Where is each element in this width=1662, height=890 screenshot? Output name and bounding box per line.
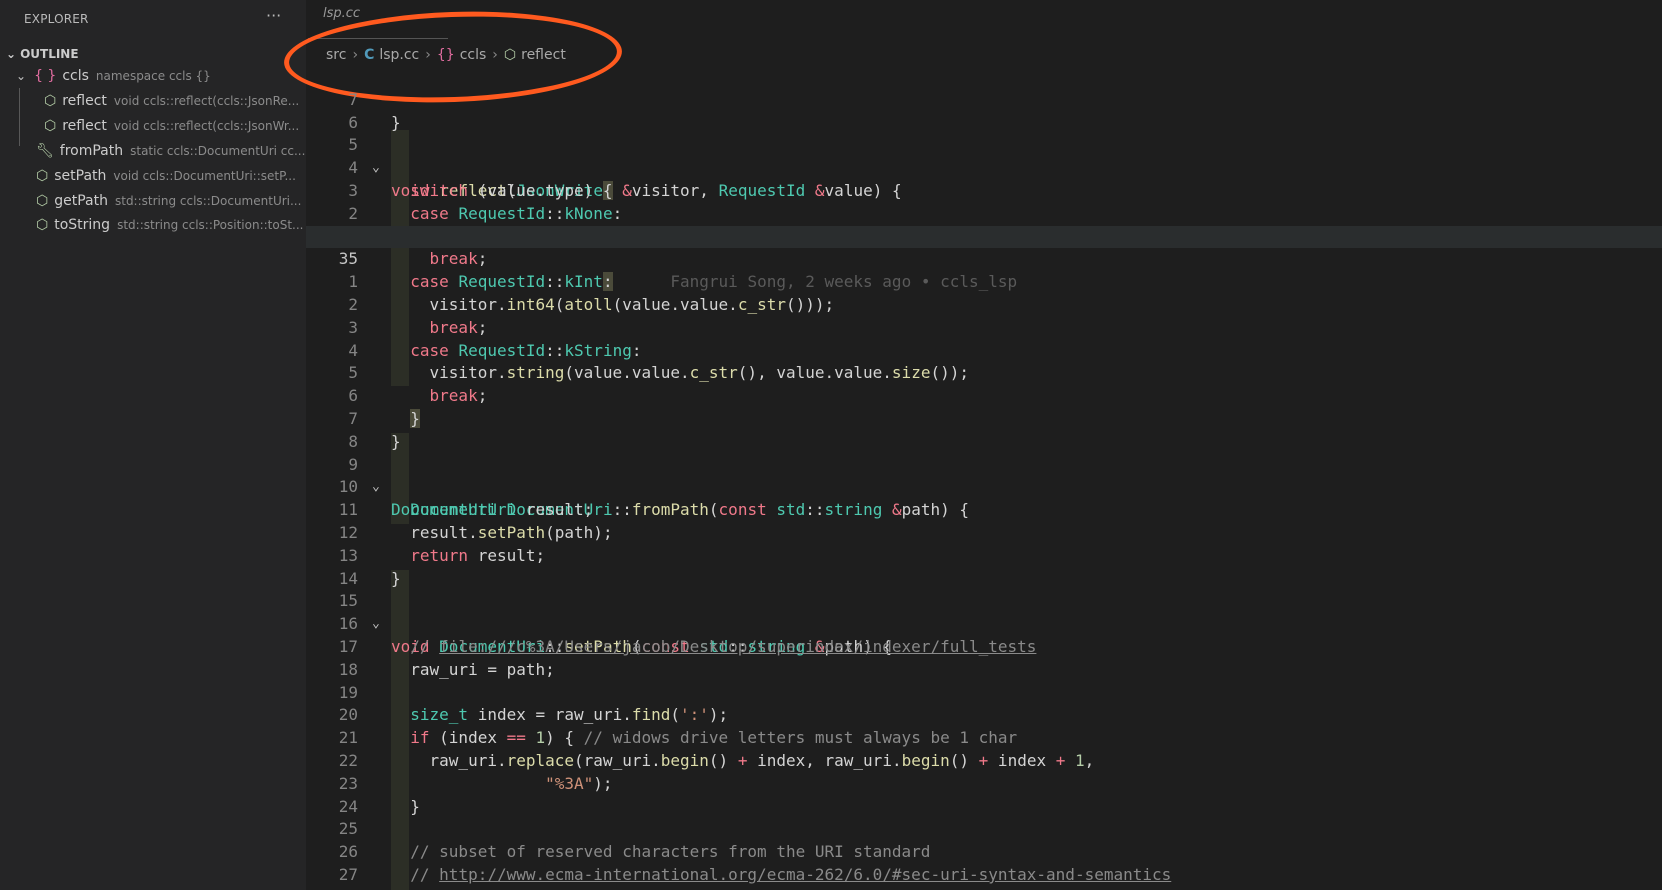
outline-item-setpath[interactable]: ⬡ setPath void ccls::DocumentUri::setP..… [36,165,296,187]
chevron-down-icon: ⌄ [16,69,27,83]
code-line: 1 visitor.int64(atoll(value.value.c_str(… [306,248,1662,314]
tab-bar [306,0,1662,36]
outline-title: OUTLINE [20,47,79,61]
code-line-current: 35 case RequestId::kInt: Fangrui Song, 2… [306,225,1662,292]
namespace-icon: { } [34,68,57,84]
namespace-icon: {} [436,47,455,63]
outline-item-label: ccls [62,68,89,84]
more-actions-icon[interactable]: ··· [266,6,281,25]
outline-item-detail: namespace ccls {} [95,69,211,83]
outline-item-getpath[interactable]: ⬡ getPath std::string ccls::DocumentUri.… [36,190,301,212]
code-line: 3 case RequestId::kString: [306,294,1662,360]
outline-item-detail: void ccls::reflect(ccls::JsonWr... [113,119,300,133]
code-line: 19 size_t index = raw_uri.find(':'); [306,659,1662,725]
outline-item-frompath[interactable]: 🔧︎ fromPath static ccls::DocumentUri cc.… [36,140,305,162]
code-line: 1 break; [306,203,1662,269]
code-line: 3 case RequestId::kNone: [306,157,1662,223]
outline-item-label: reflect [62,118,107,134]
code-line: 28 t.reserve(8 + raw_uri.size()); [306,864,1662,890]
breadcrumb-item-src[interactable]: src [326,47,346,63]
method-cube-icon: ⬡ [36,217,49,233]
outline-item-detail: void ccls::DocumentUri::setP... [113,169,296,183]
chevron-right-icon: › [425,47,431,63]
code-line: 18 [306,636,1662,679]
outline-item-label: setPath [54,168,107,184]
code-line: 5 ⌄ void reflect(JsonWriter &visitor, Re… [306,112,1662,200]
code-line: 6 [306,89,1662,132]
code-line: 14 [306,545,1662,588]
outline-item-detail: void ccls::reflect(ccls::JsonRe... [113,94,300,108]
outline-item-detail: std::string ccls::Position::toSt... [117,218,304,232]
method-cube-icon: ⬡ [36,193,49,209]
code-line: 25 // subset of reserved characters from… [306,796,1662,861]
tab-divider [308,38,448,39]
outline-item-label: getPath [54,193,108,209]
code-line: 27 std::string t; [306,841,1662,890]
outline-item-ccls[interactable]: ⌄ { } ccls namespace ccls {} [16,65,211,87]
code-line: 7 } [306,385,1662,451]
explorer-title: EXPLORER [24,12,89,26]
method-cube-icon: ⬡ [44,118,57,134]
outline-item-detail: static ccls::DocumentUri cc... [130,144,306,158]
chevron-right-icon: › [352,47,359,63]
outline-section-header[interactable]: ⌄ OUTLINE [6,44,79,64]
wrench-icon: 🔧︎ [36,143,54,159]
code-line: 21 raw_uri.replace(raw_uri.begin() + ind… [306,704,1662,770]
code-line: 7 } [306,66,1662,132]
cpp-file-icon: C [364,47,375,63]
tab-lsp-cc[interactable]: lsp.cc [323,6,360,21]
code-line: 12 return result; [306,499,1662,565]
code-line: 2 visitor.null_(); [306,180,1662,246]
code-line: 13 } [306,522,1662,588]
code-line: 26 // http://www.ecma-international.org/… [306,818,1662,884]
outline-item-label: toString [54,217,111,233]
code-line: 16 // file:///c%3A/Users/jacob/Desktop/s… [306,590,1662,656]
method-cube-icon: ⬡ [44,93,57,109]
code-line: 17 raw_uri = path; [306,613,1662,679]
code-line: 2 break; [306,271,1662,337]
code-line: 8 [306,408,1662,451]
outline-item-label: fromPath [59,143,124,159]
code-line: 4 visitor.string(value.value.c_str(), va… [306,317,1662,383]
breadcrumb-item-symbol[interactable]: reflect [521,47,566,63]
outline-item-reflect[interactable]: ⬡ reflect void ccls::reflect(ccls::JsonW… [44,115,299,137]
code-line: 6 } [306,362,1662,428]
code-line: 15 ⌄ void DocumentUri::setPath(const std… [306,568,1662,656]
outline-item-detail: std::string ccls::DocumentUri... [114,194,302,208]
code-line: 11 result.setPath(path); [306,476,1662,542]
code-line: 24 [306,773,1662,816]
outline-item-tostring[interactable]: ⬡ toString std::string ccls::Position::t… [36,214,304,236]
code-line: 4 switch (value.type) { [306,134,1662,200]
tree-indent-guide [19,88,20,146]
chevron-right-icon: › [492,47,498,63]
code-line: 10 DocumentUri result; [306,454,1662,519]
chevron-down-icon: ⌄ [6,47,17,61]
code-line: 23 } [306,750,1662,816]
outline-item-reflect[interactable]: ⬡ reflect void ccls::reflect(ccls::JsonR… [44,90,299,112]
sidebar: EXPLORER ··· ⌄ OUTLINE ⌄ { } ccls namesp… [0,0,306,890]
method-cube-icon: ⬡ [36,168,49,184]
method-cube-icon: ⬡ [503,47,517,63]
code-line: 9 ⌄ DocumentUri DocumentUri::fromPath(co… [306,431,1662,520]
breadcrumb-item-file[interactable]: lsp.cc [379,47,419,63]
code-line: 22 "%3A"); [306,727,1662,793]
breadcrumb-item-namespace[interactable]: ccls [460,47,487,63]
outline-item-label: reflect [62,93,107,109]
breadcrumb: src › C lsp.cc › {} ccls › ⬡ reflect [326,44,566,66]
code-line: 20 if (index == 1) { // widows drive let… [306,682,1662,747]
code-line: 5 break; [306,340,1662,405]
code-editor[interactable]: 7 } 6 5 ⌄ void reflect(JsonWriter &visit… [306,66,1662,890]
